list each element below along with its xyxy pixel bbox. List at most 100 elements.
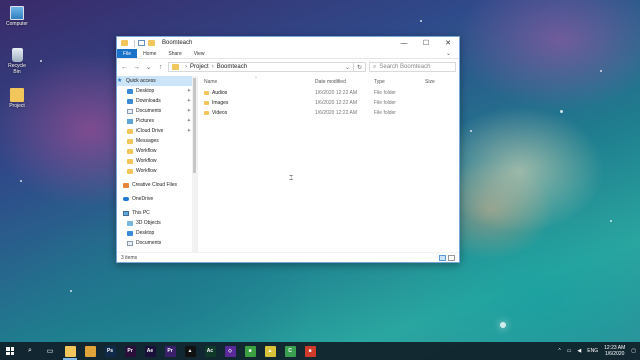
desktop-icon (127, 230, 133, 236)
desktop-icon-computer[interactable]: Computer (4, 6, 30, 27)
computer-icon (10, 6, 24, 20)
nav-item-desktop[interactable]: Desktop ✦ (117, 86, 197, 96)
column-name[interactable]: Name (204, 79, 315, 85)
taskbar-after-effects-button[interactable]: Ae (140, 342, 160, 360)
folder-icon (127, 128, 133, 134)
up-button[interactable]: ↑ (156, 64, 165, 71)
onedrive-icon (123, 197, 129, 201)
premiere-icon: Pr (124, 345, 136, 357)
taskbar-file-explorer-button[interactable] (60, 342, 80, 360)
chevron-down-icon[interactable]: ⌄ (438, 49, 459, 58)
taskbar-app-green-button[interactable]: ■ (240, 342, 260, 360)
nav-item-workflow[interactable]: Workflow (117, 146, 197, 156)
taskbar-camtasia-button[interactable]: C (280, 342, 300, 360)
nav-item-quick-access[interactable]: ★ Quick access (117, 76, 197, 86)
scrollbar-thumb[interactable] (193, 78, 196, 173)
taskbar-task-view-button[interactable]: ▭ (40, 342, 60, 360)
tab-home[interactable]: Home (137, 49, 162, 58)
details-view-button[interactable] (439, 254, 446, 261)
taskbar-search-button[interactable]: ⌕ (20, 342, 40, 360)
search-icon: ⌕ (373, 63, 377, 70)
desktop-icon-recycle-bin[interactable]: Recycle Bin (4, 48, 30, 75)
tab-file[interactable]: File (117, 49, 138, 58)
nav-item-label: Desktop (136, 230, 155, 236)
nav-item-desktop-pc[interactable]: Desktop (117, 228, 197, 238)
taskbar-app-yellow-button[interactable]: ▲ (260, 342, 280, 360)
chevron-down-icon[interactable]: ⌄ (345, 64, 350, 71)
tray-chevron-icon[interactable]: ^ (558, 348, 560, 354)
nav-scrollbar[interactable] (192, 76, 197, 252)
taskbar-photoshop-button[interactable]: Ps (100, 342, 120, 360)
properties-icon[interactable] (138, 40, 145, 46)
visual-studio-icon: ◇ (224, 345, 236, 357)
nav-item-label: OneDrive (132, 196, 154, 202)
volume-icon[interactable]: ◀ (577, 348, 581, 354)
column-date-modified[interactable]: Date modified (315, 79, 374, 85)
folder-icon (121, 40, 128, 46)
maximize-button[interactable]: ☐ (415, 37, 437, 49)
new-folder-icon[interactable] (148, 40, 155, 46)
column-type[interactable]: Type (374, 79, 425, 85)
file-name: Audios (212, 90, 228, 96)
file-explorer-icon (64, 345, 76, 357)
file-row[interactable]: Audios 1/6/2020 12:22 AM File folder (198, 88, 459, 98)
nav-item-pictures[interactable]: Pictures ✦ (117, 116, 197, 126)
network-icon[interactable]: ▭ (567, 348, 572, 354)
desktop-icon-project[interactable]: Project (4, 88, 30, 109)
taskbar-app-red-button[interactable]: ■ (300, 342, 320, 360)
breadcrumb-project[interactable]: Project (190, 64, 209, 70)
ribbon-tabs: File Home Share View ⌄ (117, 49, 459, 59)
notifications-icon[interactable]: ▢ (631, 348, 636, 354)
forward-button[interactable]: → (132, 64, 141, 71)
nav-item-workflow[interactable]: Workflow (117, 166, 197, 176)
clock[interactable]: 12:23 AM 1/6/2020 (604, 345, 625, 357)
refresh-button[interactable]: ↻ (354, 62, 366, 72)
nav-item-label: Quick access (126, 78, 156, 84)
nav-item-documents[interactable]: Documents ✦ (117, 106, 197, 116)
this-pc-icon (123, 210, 129, 216)
search-input[interactable]: ⌕ Search Boomteach (369, 62, 456, 72)
pin-icon: ✦ (186, 128, 191, 134)
close-button[interactable]: ✕ (437, 37, 459, 49)
tab-view[interactable]: View (188, 49, 211, 58)
column-size[interactable]: Size (425, 79, 455, 85)
file-row[interactable]: Videos 1/6/2020 12:22 AM File folder (198, 108, 459, 118)
file-name: Images (212, 100, 229, 106)
nav-item-label: Downloads (136, 98, 161, 104)
title-bar[interactable]: Boomteach — ☐ ✕ (117, 37, 459, 49)
desktop-icon-label: Computer (6, 21, 28, 27)
search-icon: ⌕ (28, 347, 32, 354)
file-date: 1/6/2020 12:22 AM (315, 90, 357, 96)
nav-item-icloud-drive[interactable]: iCloud Drive ✦ (117, 126, 197, 136)
nav-item-3d-objects[interactable]: 3D Objects (117, 218, 197, 228)
large-icons-view-button[interactable] (448, 254, 455, 261)
start-button[interactable] (0, 342, 20, 360)
recent-locations-button[interactable]: ⌄ (144, 63, 153, 71)
file-date: 1/6/2020 12:22 AM (315, 100, 357, 106)
language-indicator[interactable]: ENG (587, 348, 598, 354)
taskbar-acrobat-like-button[interactable]: Ac (200, 342, 220, 360)
nav-item-onedrive[interactable]: OneDrive (117, 194, 197, 204)
file-list: ^ Name Date modified Type Size Audios 1/… (198, 75, 459, 252)
tab-share[interactable]: Share (162, 49, 187, 58)
nav-item-this-pc[interactable]: This PC (117, 208, 197, 218)
nav-item-downloads[interactable]: Downloads ✦ (117, 96, 197, 106)
taskbar-visual-studio-button[interactable]: ◇ (220, 342, 240, 360)
file-row[interactable]: Images 1/6/2020 12:22 AM File folder (198, 98, 459, 108)
search-placeholder: Search Boomteach (379, 64, 431, 70)
taskbar-chrome-button[interactable] (80, 342, 100, 360)
nav-item-label: Messages (136, 138, 159, 144)
nav-item-messages[interactable]: Messages (117, 136, 197, 146)
address-input[interactable]: › Project › Boomteach ⌄ (168, 62, 354, 72)
taskbar-premiere-button[interactable]: Pr (120, 342, 140, 360)
folder-icon (10, 88, 24, 102)
taskbar-premiere-alt-button[interactable]: Pr (160, 342, 180, 360)
breadcrumb-boomteach[interactable]: Boomteach (217, 64, 247, 70)
nav-item-documents-pc[interactable]: Documents (117, 238, 197, 248)
nav-item-label: This PC (132, 210, 150, 216)
nav-item-workflow[interactable]: Workflow (117, 156, 197, 166)
back-button[interactable]: ← (120, 64, 129, 71)
nav-item-creative-cloud-files[interactable]: Creative Cloud Files (117, 180, 197, 190)
taskbar-app-dark-button[interactable]: ▲ (180, 342, 200, 360)
minimize-button[interactable]: — (393, 37, 415, 49)
